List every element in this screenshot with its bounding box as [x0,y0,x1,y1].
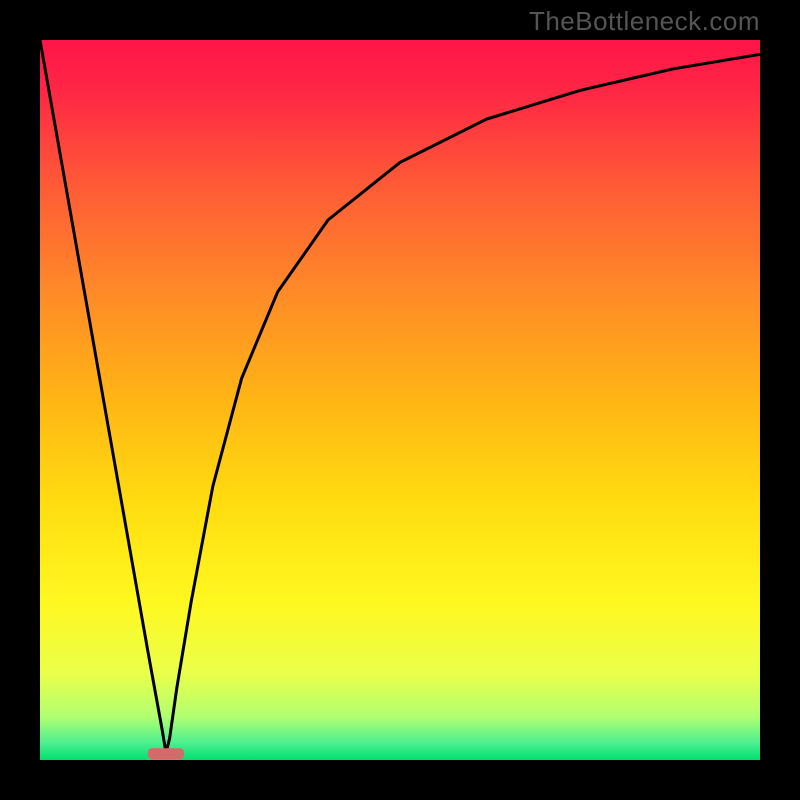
minimum-marker [148,748,184,759]
chart-frame: TheBottleneck.com [0,0,800,800]
watermark-text: TheBottleneck.com [529,6,760,37]
plot-area [40,40,760,760]
chart-svg [40,40,760,760]
